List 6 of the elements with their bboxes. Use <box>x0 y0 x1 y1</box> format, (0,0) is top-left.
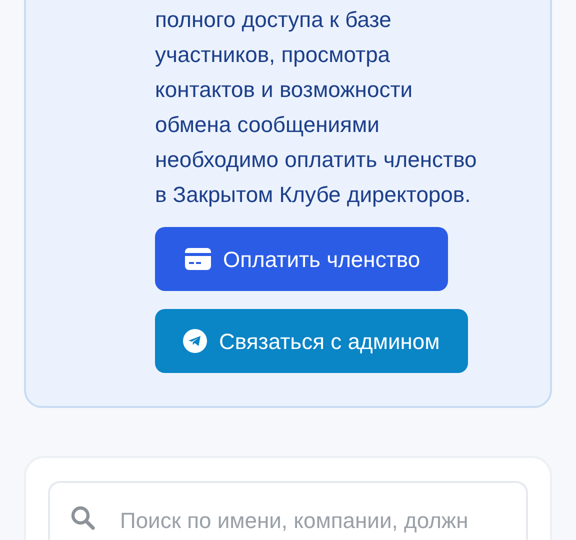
pay-membership-button[interactable]: Оплатить членство <box>155 227 448 291</box>
notice-text: полного доступа к базе участников, просмотра контактов и возможности обмена сообщениями необходимо оплатить членство в Закрытом Клубе директоров. <box>155 6 478 209</box>
search-field[interactable]: Поиск по имени, компании, должн <box>48 481 528 540</box>
paper-plane-icon <box>183 329 207 353</box>
card-icon <box>185 248 211 270</box>
contact-admin-button[interactable]: Связаться с админом <box>155 309 468 373</box>
